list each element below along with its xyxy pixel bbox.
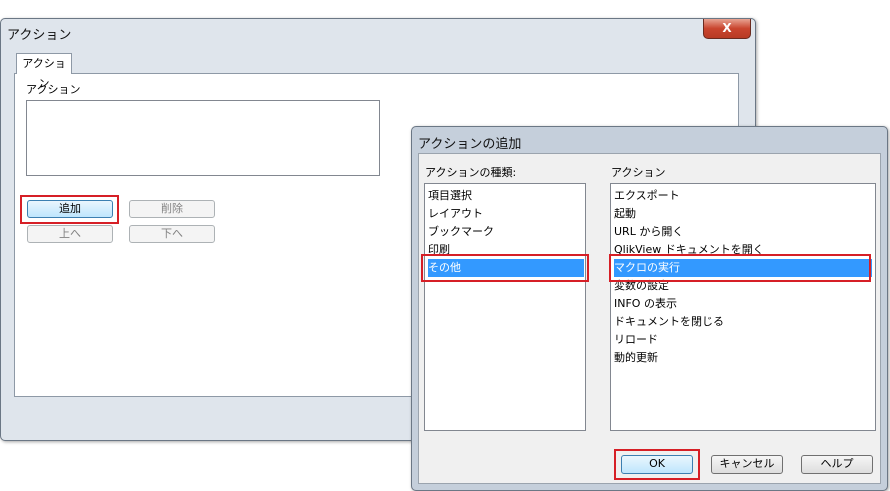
action-type-label: アクションの種類: <box>425 166 517 179</box>
add-action-dialog-title: アクションの追加 <box>418 137 522 152</box>
action-item[interactable]: ドキュメントを閉じる <box>614 313 724 331</box>
actions-listbox[interactable] <box>26 100 380 176</box>
action-type-highlight <box>421 254 589 282</box>
close-button[interactable]: X <box>703 19 751 39</box>
action-highlight <box>609 254 871 282</box>
action-type-item[interactable]: 項目選択 <box>428 187 472 205</box>
tab-actions[interactable]: アクション <box>16 53 72 90</box>
action-item[interactable]: URL から開く <box>614 223 683 241</box>
help-button[interactable]: ヘルプ <box>801 455 873 474</box>
action-listbox[interactable]: エクスポート 起動 URL から開く QlikView ドキュメントを開く マク… <box>610 183 876 431</box>
action-item[interactable]: 動的更新 <box>614 349 658 367</box>
cancel-button[interactable]: キャンセル <box>711 455 783 474</box>
move-up-button[interactable]: 上へ <box>27 225 113 243</box>
action-type-item[interactable]: レイアウト <box>428 205 483 223</box>
action-type-item[interactable]: ブックマーク <box>428 223 494 241</box>
action-item[interactable]: リロード <box>614 331 658 349</box>
add-button-highlight <box>20 195 119 224</box>
delete-button[interactable]: 削除 <box>129 200 215 218</box>
action-item[interactable]: 起動 <box>614 205 636 223</box>
ok-button-highlight <box>614 449 700 480</box>
actions-label: アクション <box>26 83 81 96</box>
move-down-button[interactable]: 下へ <box>129 225 215 243</box>
action-item[interactable]: エクスポート <box>614 187 680 205</box>
action-item[interactable]: INFO の表示 <box>614 295 677 313</box>
action-list-label: アクション <box>611 166 666 179</box>
action-type-listbox[interactable]: 項目選択 レイアウト ブックマーク 印刷 その他 <box>424 183 586 431</box>
actions-dialog-title: アクション <box>7 28 72 43</box>
